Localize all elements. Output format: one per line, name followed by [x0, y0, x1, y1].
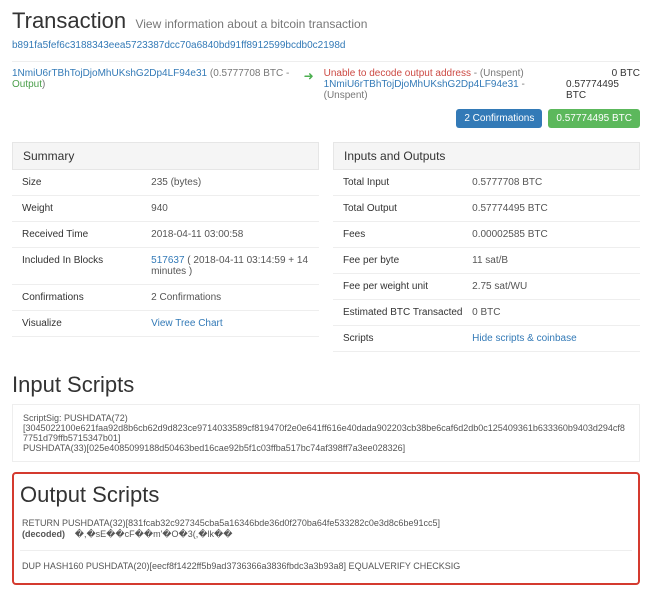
table-row: Fee per byte11 sat/B — [333, 248, 640, 274]
io-summary-row: 1NmiU6rTBhTojDjoMhUKshG2Dp4LF94e31 (0.57… — [12, 68, 640, 101]
decoded-value: �,�sE��cF��m'�O�3(,�lk�� — [68, 529, 233, 539]
summary-heading: Summary — [12, 142, 319, 170]
divider — [12, 61, 640, 62]
input-address-cell: 1NmiU6rTBhTojDjoMhUKshG2Dp4LF94e31 (0.57… — [12, 68, 300, 90]
table-row: Fee per weight unit2.75 sat/WU — [333, 274, 640, 300]
btc-total-badge[interactable]: 0.57774495 BTC — [548, 109, 640, 128]
output1-amount: 0 BTC — [612, 68, 640, 79]
table-row: Included In Blocks517637 ( 2018-04-11 03… — [12, 248, 319, 285]
decoded-label: (decoded) — [22, 529, 68, 539]
table-row: Weight940 — [12, 196, 319, 222]
divider — [20, 550, 632, 551]
input-script-text: ScriptSig: PUSHDATA(72) [3045022100e621f… — [12, 404, 640, 462]
table-row: Total Output0.57774495 BTC — [333, 196, 640, 222]
table-row: Size235 (bytes) — [12, 170, 319, 196]
table-row: Fees0.00002585 BTC — [333, 222, 640, 248]
tables-row: Summary Size235 (bytes) Weight940 Receiv… — [12, 142, 640, 352]
input-address-link[interactable]: 1NmiU6rTBhTojDjoMhUKshG2Dp4LF94e31 — [12, 68, 207, 79]
summary-table: Summary Size235 (bytes) Weight940 Receiv… — [12, 142, 319, 352]
table-row: Received Time2018-04-11 03:00:58 — [12, 222, 319, 248]
subtitle-text: View information about a bitcoin transac… — [135, 17, 367, 31]
output2-address-link[interactable]: 1NmiU6rTBhTojDjoMhUKshG2Dp4LF94e31 — [324, 79, 519, 90]
table-row: VisualizeView Tree Chart — [12, 311, 319, 337]
transaction-id[interactable]: b891fa5fef6c3188343eea5723387dcc70a6840b… — [12, 40, 640, 51]
output-scripts-highlight: Output Scripts RETURN PUSHDATA(32)[831fc… — [12, 472, 640, 585]
io-table: Inputs and Outputs Total Input0.5777708 … — [333, 142, 640, 352]
output1-status: - (Unspent) — [471, 68, 524, 79]
output-word: Output — [12, 79, 42, 90]
page-title: Transaction View information about a bit… — [12, 8, 640, 34]
output-decode-error: Unable to decode output address — [324, 68, 471, 79]
input-amount-open: (0.5777708 BTC - — [210, 68, 290, 79]
hide-scripts-link[interactable]: Hide scripts & coinbase — [472, 333, 577, 344]
block-link[interactable]: 517637 — [151, 255, 184, 266]
io-heading: Inputs and Outputs — [333, 142, 640, 170]
output-script-2: DUP HASH160 PUSHDATA(20)[eecf8f1422ff5b9… — [20, 557, 632, 575]
badges-row: 2 Confirmations 0.57774495 BTC — [12, 109, 640, 128]
txid-link[interactable]: b891fa5fef6c3188343eea5723387dcc70a6840b… — [12, 40, 345, 51]
input-scripts-heading: Input Scripts — [12, 372, 640, 398]
table-row: Total Input0.5777708 BTC — [333, 170, 640, 196]
output2-amount: 0.57774495 BTC — [566, 79, 640, 101]
input-amount-close: ) — [42, 79, 45, 90]
view-tree-link[interactable]: View Tree Chart — [151, 318, 223, 329]
outputs-cell: Unable to decode output address - (Unspe… — [324, 68, 640, 101]
table-row: Confirmations2 Confirmations — [12, 285, 319, 311]
table-row: Estimated BTC Transacted0 BTC — [333, 300, 640, 326]
output-scripts-heading: Output Scripts — [20, 482, 632, 508]
title-text: Transaction — [12, 8, 126, 33]
output-script-1: RETURN PUSHDATA(32)[831fcab32c927345cba5… — [20, 514, 632, 544]
confirmations-badge[interactable]: 2 Confirmations — [456, 109, 542, 128]
arrow-right-icon: ➜ — [304, 68, 320, 83]
table-row: ScriptsHide scripts & coinbase — [333, 326, 640, 352]
